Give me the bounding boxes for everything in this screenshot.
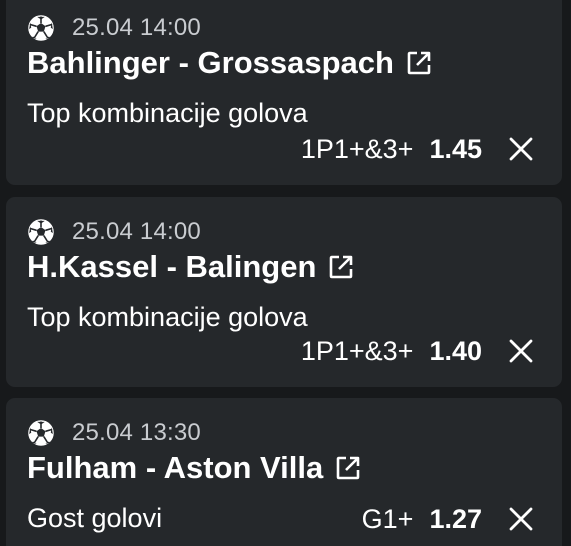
match-name: Fulham - Aston Villa bbox=[27, 450, 324, 485]
external-link-icon[interactable] bbox=[327, 253, 355, 281]
pick-label: 1P1+&3+ bbox=[300, 335, 414, 366]
market-name: Gost golovi bbox=[27, 503, 163, 533]
bet-card: 25.04 14:00 H.Kassel - Balingen Top komb… bbox=[6, 197, 562, 387]
pick-label: 1P1+&3+ bbox=[300, 133, 414, 164]
bet-card: 25.04 13:30 Fulham - Aston Villa Gost go… bbox=[6, 398, 562, 546]
odd-value: 1.27 bbox=[429, 503, 482, 534]
soccer-ball-icon bbox=[28, 15, 54, 41]
match-name: Bahlinger - Grossaspach bbox=[27, 45, 394, 80]
close-icon[interactable] bbox=[508, 338, 534, 364]
match-link[interactable]: Fulham - Aston Villa bbox=[27, 448, 362, 488]
match-datetime: 25.04 13:30 bbox=[72, 419, 201, 446]
match-meta: 25.04 13:30 bbox=[27, 419, 201, 446]
match-link[interactable]: Bahlinger - Grossaspach bbox=[27, 43, 433, 83]
bet-selection: G1+ 1.27 bbox=[362, 501, 534, 537]
odd-value: 1.40 bbox=[429, 335, 482, 366]
soccer-ball-icon bbox=[28, 219, 54, 245]
betslip-list: 25.04 14:00 Bahlinger - Grossaspach Top … bbox=[0, 0, 571, 546]
close-icon[interactable] bbox=[508, 506, 534, 532]
close-icon[interactable] bbox=[508, 136, 534, 162]
match-meta: 25.04 14:00 bbox=[27, 14, 201, 41]
match-name: H.Kassel - Balingen bbox=[27, 249, 317, 284]
odd-value: 1.45 bbox=[429, 133, 482, 164]
pick-label: G1+ bbox=[361, 503, 414, 534]
market-name: Top kombinacije golova bbox=[27, 98, 308, 128]
soccer-ball-icon bbox=[28, 420, 54, 446]
match-datetime: 25.04 14:00 bbox=[72, 218, 201, 245]
bet-card: 25.04 14:00 Bahlinger - Grossaspach Top … bbox=[6, 0, 562, 185]
external-link-icon[interactable] bbox=[405, 49, 433, 77]
match-datetime: 25.04 14:00 bbox=[72, 14, 201, 41]
market-name: Top kombinacije golova bbox=[27, 302, 308, 332]
match-meta: 25.04 14:00 bbox=[27, 218, 201, 245]
match-link[interactable]: H.Kassel - Balingen bbox=[27, 247, 355, 287]
bet-selection: 1P1+&3+ 1.45 bbox=[301, 131, 534, 167]
bet-selection: 1P1+&3+ 1.40 bbox=[301, 333, 534, 369]
external-link-icon[interactable] bbox=[334, 454, 362, 482]
